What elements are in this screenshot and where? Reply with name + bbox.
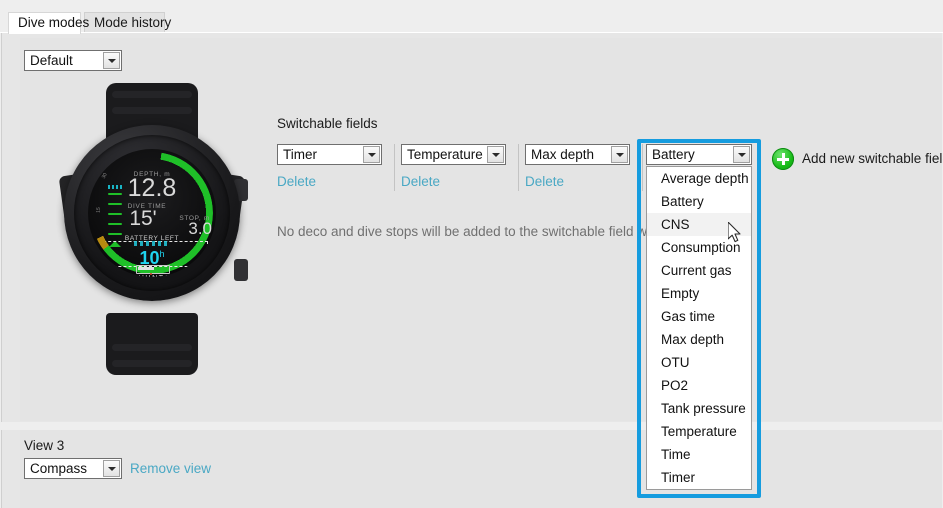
- chevron-down-icon[interactable]: [103, 52, 120, 69]
- tab-strip: Dive modes Mode history: [0, 0, 943, 34]
- view-type-select[interactable]: Compass: [24, 458, 122, 479]
- suunto-logo: SUUNTO: [88, 275, 216, 277]
- chevron-down-icon[interactable]: [487, 146, 504, 163]
- view-section-title: View 3: [24, 438, 65, 453]
- switchable-field-value-1: Timer: [283, 147, 317, 162]
- switchable-fields-heading: Switchable fields: [277, 116, 378, 131]
- switchable-field-value-4: Battery: [652, 147, 695, 162]
- dive-mode-panel: Default 30 15 DEPTH, m 12.8 DIVE TIME 15…: [1, 33, 943, 422]
- dive-mode-panel-body: Default 30 15 DEPTH, m 12.8 DIVE TIME 15…: [20, 38, 943, 421]
- view-panel: View 3 Compass Remove view: [1, 430, 942, 508]
- dropdown-option[interactable]: Battery: [647, 190, 751, 213]
- watch-button-lower: [234, 259, 248, 281]
- tab-mode-history[interactable]: Mode history: [84, 12, 171, 33]
- dropdown-option[interactable]: Current gas: [647, 259, 751, 282]
- dropdown-option[interactable]: Consumption: [647, 236, 751, 259]
- plus-circle-icon: [772, 148, 794, 170]
- watch-bezel: 30 15 DEPTH, m 12.8 DIVE TIME 15' STOP, …: [74, 135, 230, 291]
- panel-gap: [0, 422, 943, 430]
- switchable-field-value-3: Max depth: [531, 147, 595, 162]
- field-divider-1: [394, 144, 395, 191]
- watch-strap-bottom: [106, 313, 198, 375]
- field-divider-2: [518, 144, 519, 191]
- mode-preset-value: Default: [30, 53, 73, 68]
- view-type-value: Compass: [30, 461, 88, 476]
- watch-case: 30 15 DEPTH, m 12.8 DIVE TIME 15' STOP, …: [64, 125, 240, 301]
- dropdown-option[interactable]: OTU: [647, 351, 751, 374]
- app-root: Dive modes Mode history Default 30 15 DE…: [0, 0, 943, 508]
- tab-dive-modes[interactable]: Dive modes: [8, 12, 89, 34]
- delete-switchable-field-2[interactable]: Delete: [401, 174, 440, 189]
- chevron-down-icon[interactable]: [103, 460, 120, 477]
- dropdown-option[interactable]: Time: [647, 443, 751, 466]
- dropdown-option[interactable]: Tank pressure: [647, 397, 751, 420]
- dropdown-option[interactable]: Temperature: [647, 420, 751, 443]
- dropdown-option[interactable]: Max depth: [647, 328, 751, 351]
- add-switchable-field-label: Add new switchable field: [802, 151, 943, 166]
- watch-battery-unit: h: [159, 249, 165, 259]
- switchable-field-select-3[interactable]: Max depth: [525, 144, 630, 165]
- view-panel-body: View 3 Compass Remove view: [20, 430, 942, 508]
- switchable-field-select-2[interactable]: Temperature: [401, 144, 506, 165]
- watch-illustration: 30 15 DEPTH, m 12.8 DIVE TIME 15' STOP, …: [48, 83, 256, 375]
- chevron-down-icon[interactable]: [363, 146, 380, 163]
- mode-preset-select[interactable]: Default: [24, 50, 122, 71]
- watch-depth-value: 12.8: [127, 174, 177, 202]
- battery-icon: [136, 265, 170, 274]
- switchable-field-value-2: Temperature: [407, 147, 483, 162]
- chevron-down-icon[interactable]: [611, 146, 628, 163]
- switchable-field-select-4[interactable]: Battery: [646, 144, 752, 165]
- delete-switchable-field-3[interactable]: Delete: [525, 174, 564, 189]
- dropdown-option[interactable]: CNS: [647, 213, 751, 236]
- delete-switchable-field-1[interactable]: Delete: [277, 174, 316, 189]
- chevron-down-icon[interactable]: [733, 146, 750, 163]
- dropdown-option[interactable]: Gas time: [647, 305, 751, 328]
- dropdown-option[interactable]: Average depth: [647, 167, 751, 190]
- dropdown-option[interactable]: Empty: [647, 282, 751, 305]
- remove-view-link[interactable]: Remove view: [130, 461, 211, 476]
- switchable-field-dropdown-list[interactable]: Average depth Battery CNS Consumption Curren…: [646, 166, 752, 490]
- switchable-field-select-1[interactable]: Timer: [277, 144, 382, 165]
- dropdown-option[interactable]: PO2: [647, 374, 751, 397]
- add-switchable-field-button[interactable]: Add new switchable field: [772, 148, 943, 170]
- dropdown-option[interactable]: Timer: [647, 466, 751, 489]
- watch-screen: 30 15 DEPTH, m 12.8 DIVE TIME 15' STOP, …: [88, 149, 216, 277]
